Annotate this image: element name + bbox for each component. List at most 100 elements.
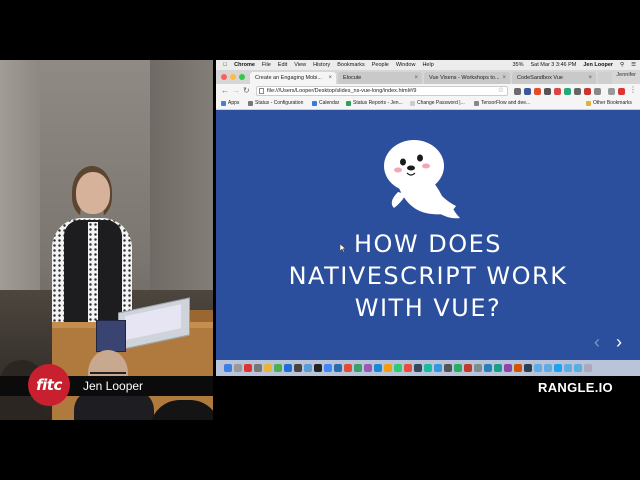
app-icon[interactable] [294,364,302,372]
new-tab-button[interactable] [598,72,612,84]
app-icon[interactable] [414,364,422,372]
slide-title-line: WITH VUE? [354,294,502,322]
zoom-window-button[interactable] [239,74,245,80]
app-icon[interactable] [444,364,452,372]
bookmark-other[interactable]: Other Bookmarks [586,100,632,106]
app-icon[interactable] [434,364,442,372]
app-icon[interactable] [474,364,482,372]
app-icon[interactable] [424,364,432,372]
extension-icon[interactable] [594,88,601,95]
app-icon[interactable] [304,364,312,372]
close-window-button[interactable] [221,74,227,80]
app-icon[interactable] [344,364,352,372]
menu-window[interactable]: Window [396,62,416,68]
back-arrow-icon[interactable]: ← [221,86,229,96]
tab-label: CodeSandbox Vue [517,75,563,81]
tab-close-icon[interactable]: × [328,72,332,84]
extension-icon[interactable] [534,88,541,95]
battery-status[interactable]: 35% [513,62,524,68]
extension-icon[interactable] [564,88,571,95]
extension-icon[interactable] [554,88,561,95]
extension-icon[interactable] [618,88,625,95]
app-icon[interactable] [384,364,392,372]
bookmark-apps[interactable]: Apps [221,100,239,106]
folder-icon[interactable] [534,364,542,372]
finder-icon[interactable] [224,364,232,372]
folder-icon[interactable] [574,364,582,372]
tab-close-icon[interactable]: × [588,72,592,84]
app-icon[interactable] [284,364,292,372]
slide-title-line: NATIVESCRIPT WORK [288,262,568,290]
extension-icon[interactable] [544,88,551,95]
twitter-icon[interactable] [554,364,562,372]
menu-bookmarks[interactable]: Bookmarks [337,62,365,68]
bookmark-item[interactable]: Change Password |... [410,100,465,106]
app-icon[interactable] [404,364,412,372]
bookmark-item[interactable]: Status - Configuration [248,100,303,106]
app-icon[interactable] [484,364,492,372]
sponsor-label: RANGLE.IO [538,380,613,395]
seal-mascot-icon [384,140,460,219]
menu-help[interactable]: Help [422,62,433,68]
reload-icon[interactable]: ↻ [243,86,250,96]
bookmark-item[interactable]: Status Reports - Jen... [346,100,403,106]
app-icon[interactable] [364,364,372,372]
spotlight-icon[interactable]: ⚲ [620,62,624,68]
address-bar[interactable]: file:///Users/Looper/Desktop/slides_ns-v… [256,86,508,96]
user-menu[interactable]: Jen Looper [583,62,613,68]
spotify-icon[interactable] [454,364,462,372]
extension-icon[interactable] [608,88,615,95]
bookmark-item[interactable]: Calendar [312,100,339,106]
bookmark-favicon-icon [474,100,479,106]
app-icon[interactable] [514,364,522,372]
chrome-icon[interactable] [324,364,332,372]
browser-tab[interactable]: CodeSandbox Vue × [512,72,596,84]
minimize-window-button[interactable] [230,74,236,80]
menu-view[interactable]: View [294,62,306,68]
tab-close-icon[interactable]: × [414,72,418,84]
bookmark-star-icon[interactable]: ☆ [498,87,504,95]
prev-slide-button[interactable]: ‹ [594,332,600,353]
app-icon[interactable] [354,364,362,372]
bookmark-item[interactable]: TensorFlow and dee... [474,100,530,106]
extension-icon[interactable] [524,88,531,95]
folder-icon[interactable] [544,364,552,372]
chrome-menu-icon[interactable]: ⋮ [629,85,637,95]
trash-icon[interactable] [584,364,592,372]
menu-file[interactable]: File [262,62,271,68]
profile-button[interactable]: Jennifer [616,72,636,78]
app-icon[interactable] [374,364,382,372]
clock[interactable]: Sat Mar 3 3:46 PM [531,62,577,68]
app-icon[interactable] [494,364,502,372]
menu-history[interactable]: History [313,62,330,68]
app-icon[interactable] [464,364,472,372]
notification-icon[interactable]: ☰ [631,62,636,68]
folder-icon[interactable] [564,364,572,372]
bookmark-favicon-icon [346,100,351,106]
browser-tab[interactable]: Create an Engaging Mobi... × [250,72,336,84]
app-icon[interactable] [504,364,512,372]
app-icon[interactable] [274,364,282,372]
tab-close-icon[interactable]: × [502,72,506,84]
extension-icon[interactable] [574,88,581,95]
calendar-icon[interactable] [244,364,252,372]
bookmarks-bar: Apps Status - Configuration Calendar Sta… [216,98,640,110]
launchpad-icon[interactable] [234,364,242,372]
tab-label: Create an Engaging Mobi... [255,75,322,81]
forward-arrow-icon[interactable]: → [232,86,240,96]
browser-tab[interactable]: Vue Vixens - Workshops to... × [424,72,510,84]
next-slide-button[interactable]: › [616,332,622,353]
menu-people[interactable]: People [372,62,389,68]
terminal-icon[interactable] [314,364,322,372]
menu-edit[interactable]: Edit [278,62,287,68]
app-icon[interactable] [334,364,342,372]
browser-tab[interactable]: Elocute × [338,72,422,84]
menu-chrome[interactable]: Chrome [234,62,255,68]
extension-icon[interactable] [584,88,591,95]
extension-icon[interactable] [514,88,521,95]
app-icon[interactable] [394,364,402,372]
app-icon[interactable] [264,364,272,372]
app-icon[interactable] [254,364,262,372]
app-icon[interactable] [524,364,532,372]
apple-icon[interactable]:  [223,62,227,68]
